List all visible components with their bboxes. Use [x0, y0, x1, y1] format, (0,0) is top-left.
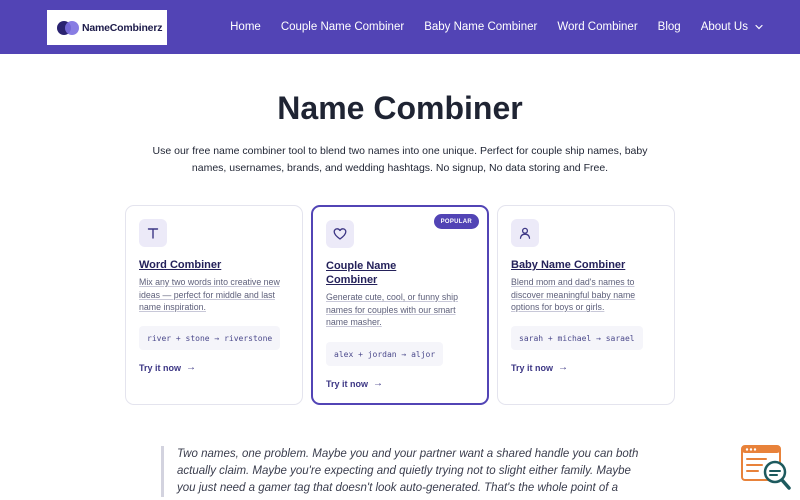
card-description: Blend mom and dad's names to discover me… — [511, 277, 636, 312]
nav-couple-name-combiner[interactable]: Couple Name Combiner — [281, 21, 404, 33]
page-title: Name Combiner — [277, 90, 523, 126]
nav-about-us[interactable]: About Us — [701, 21, 764, 33]
card-example: river + stone → riverstone — [139, 326, 281, 350]
card-title[interactable]: Baby Name Combiner — [511, 259, 661, 273]
try-it-now-link[interactable]: Try it now → — [139, 362, 196, 373]
card-title[interactable]: Word Combiner — [139, 259, 289, 273]
try-it-now-link[interactable]: Try it now → — [326, 378, 383, 389]
tool-card-word-combiner[interactable]: Word Combiner Mix any two words into cre… — [125, 205, 303, 405]
search-document-widget[interactable] — [740, 444, 792, 492]
card-title[interactable]: Couple Name Combiner — [326, 260, 476, 287]
try-it-now-link[interactable]: Try it now → — [511, 362, 568, 373]
nav-about-us-label: About Us — [700, 21, 748, 33]
card-description: Generate cute, cool, or funny ship names… — [326, 292, 459, 327]
card-description: Mix any two words into creative new idea… — [139, 277, 280, 312]
heart-icon — [326, 220, 354, 248]
card-example: alex + jordan → aljor — [326, 342, 444, 366]
chevron-down-icon — [755, 24, 763, 30]
main-nav: Home Couple Name Combiner Baby Name Comb… — [210, 0, 764, 54]
nav-word-combiner[interactable]: Word Combiner — [557, 21, 637, 33]
tool-card-couple-name-combiner[interactable]: POPULAR Couple Name Combiner Generate cu… — [311, 205, 489, 405]
search-document-icon — [741, 445, 791, 490]
logo-text: NameCombinerz — [82, 21, 163, 34]
tool-card-baby-name-combiner[interactable]: Baby Name Combiner Blend mom and dad's n… — [497, 205, 675, 405]
arrow-right-icon: → — [558, 362, 569, 373]
nav-home[interactable]: Home — [230, 21, 261, 33]
intro-line-2: names, usernames, brands, and wedding ha… — [191, 161, 609, 174]
text-t-icon — [139, 219, 167, 247]
nav-baby-name-combiner[interactable]: Baby Name Combiner — [424, 21, 537, 33]
intro-quote: Two names, one problem. Maybe you and yo… — [161, 446, 641, 497]
user-icon — [511, 219, 539, 247]
logo-mark-icon — [57, 20, 79, 35]
popular-badge: POPULAR — [433, 214, 479, 229]
intro-line-1: Use our free name combiner tool to blend… — [152, 145, 648, 157]
arrow-right-icon: → — [373, 378, 384, 389]
top-navbar: NameCombinerz Home Couple Name Combiner … — [0, 0, 800, 54]
card-example: sarah + michael → sarael — [511, 326, 643, 350]
page-intro: Use our free name combiner tool to blend… — [150, 143, 650, 176]
site-logo[interactable]: NameCombinerz — [47, 10, 167, 45]
nav-blog[interactable]: Blog — [658, 21, 681, 33]
arrow-right-icon: → — [186, 362, 197, 373]
